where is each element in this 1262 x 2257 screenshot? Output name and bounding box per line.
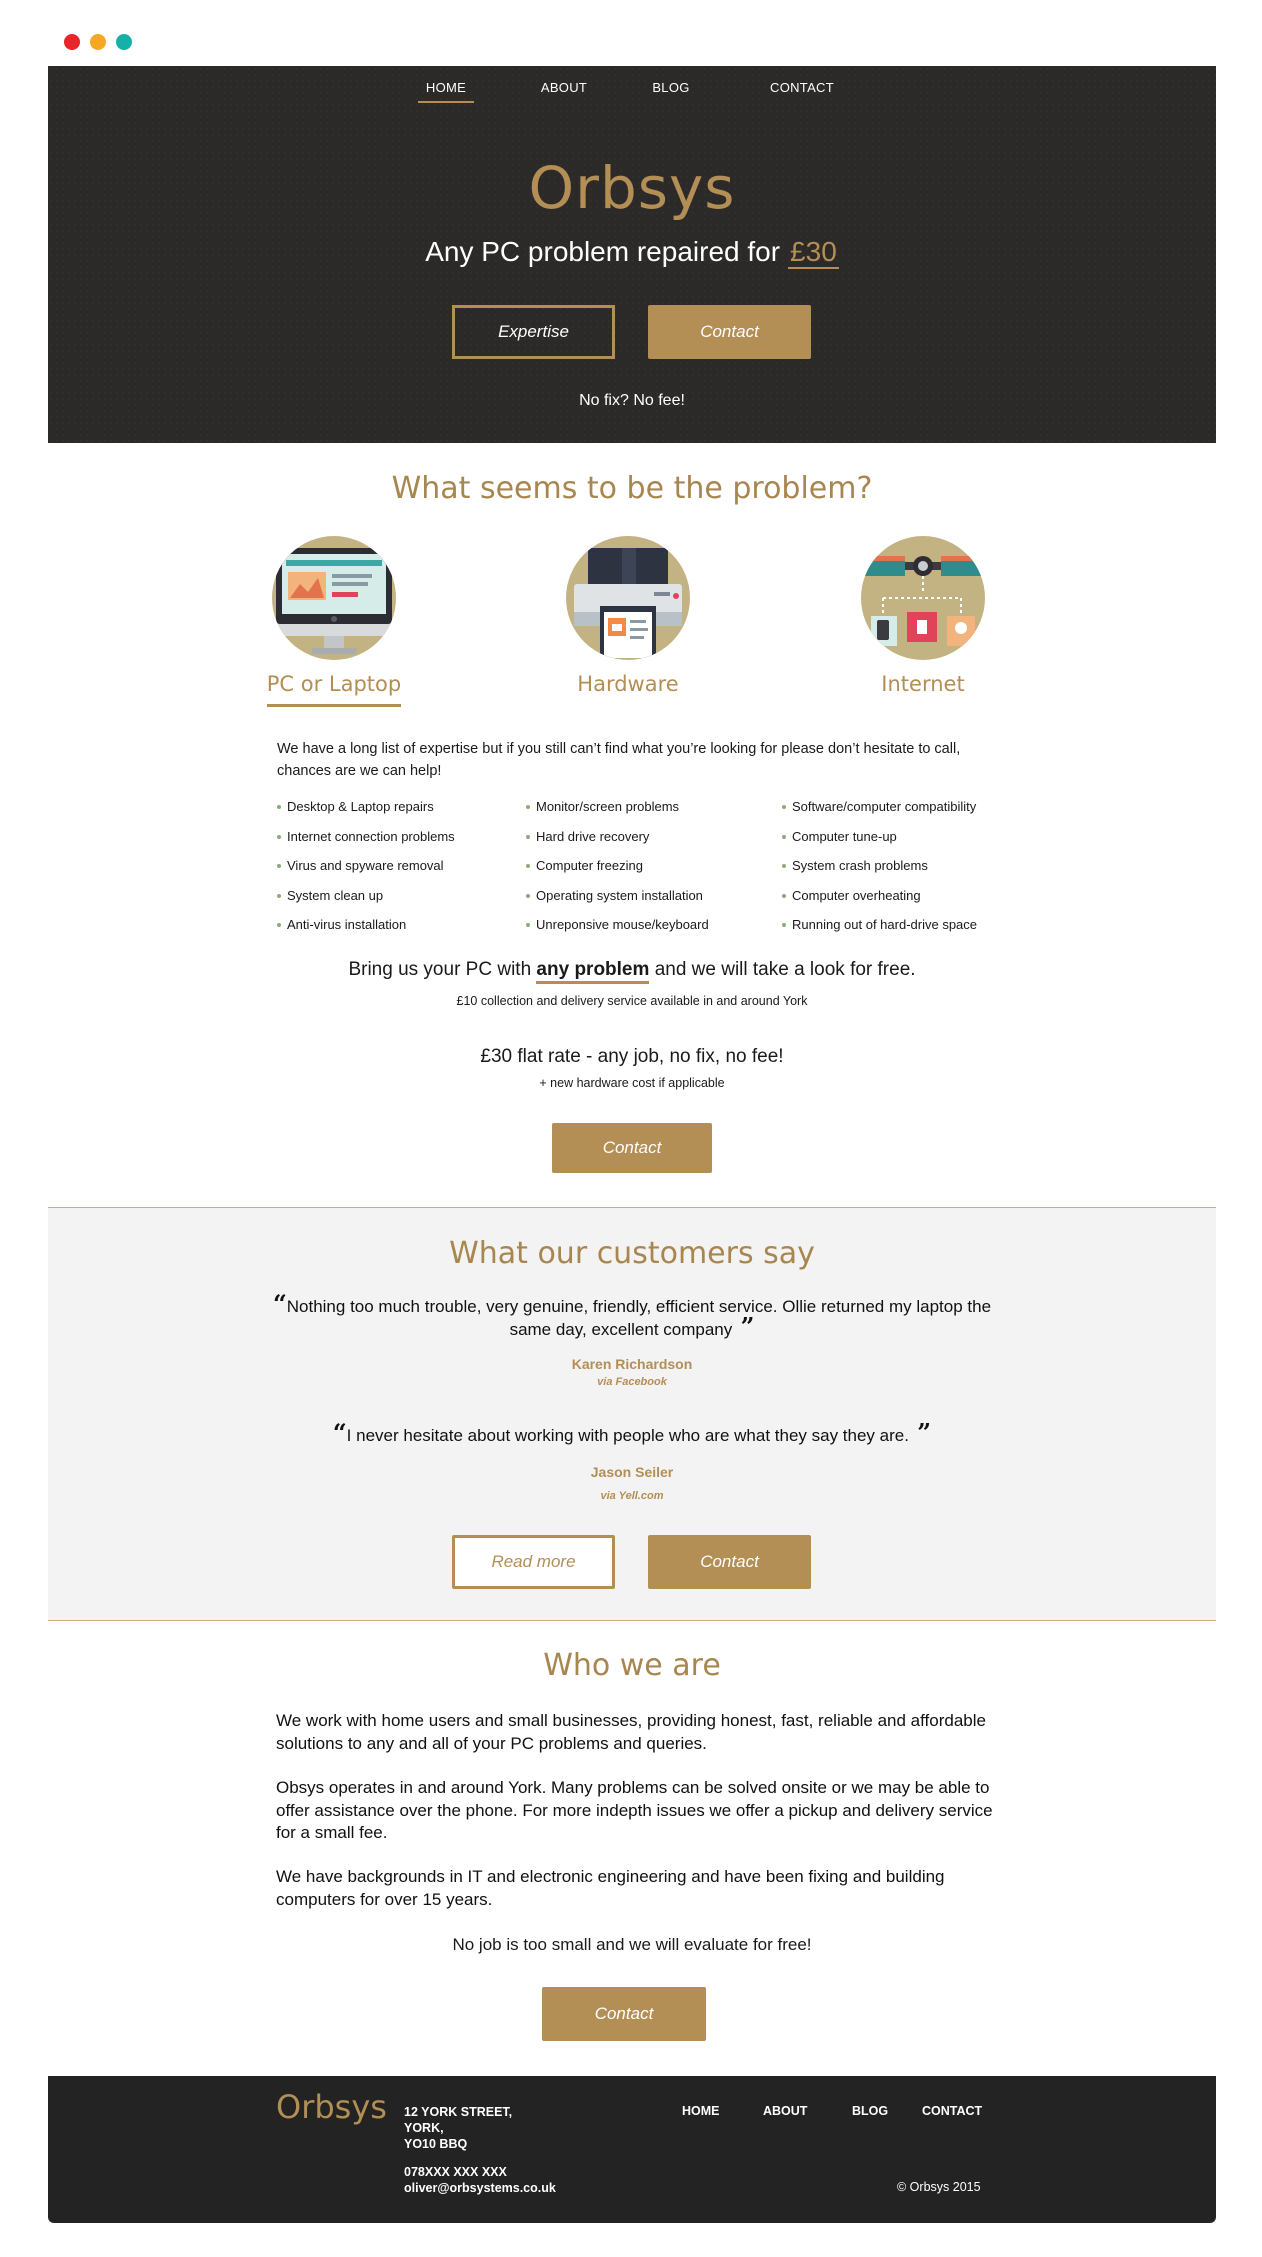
list-item: Computer freezing (526, 856, 766, 886)
footer-brand-logo: Orbsys (276, 2088, 387, 2126)
testimonial-author-1: Karen Richardson (571, 1356, 693, 1372)
category-internet[interactable]: Internet (833, 536, 1013, 704)
list-item: Computer tune-up (782, 827, 1022, 857)
footer-address: 12 YORK STREET, YORK, YO10 BBQ (404, 2105, 513, 2151)
testimonial-quote-2: “I never hesitate about working with peo… (332, 1418, 932, 1447)
problems-contact-button[interactable]: Contact (552, 1123, 712, 1173)
top-nav: HOME ABOUT BLOG CONTACT (48, 80, 1216, 110)
footer-email[interactable]: oliver@orbsystems.co.uk (404, 2180, 556, 2196)
category-internet-label[interactable]: Internet (881, 672, 964, 704)
no-fix-no-fee-note: No fix? No fee! (579, 392, 685, 409)
list-item: Unreponsive mouse/keyboard (526, 915, 766, 945)
hero-section: HOME ABOUT BLOG CONTACT Orbsys Any PC pr… (48, 66, 1216, 443)
satellite-network-icon (861, 536, 985, 660)
hardware-cost-note: + new hardware cost if applicable (539, 1076, 725, 1090)
testimonial-source-1: via Facebook (597, 1376, 667, 1388)
testimonials-title: What our customers say (449, 1236, 815, 1271)
category-pc-laptop[interactable]: PC or Laptop (244, 536, 424, 707)
list-item: Operating system installation (526, 886, 766, 916)
list-item: System clean up (277, 886, 517, 916)
list-item: Virus and spyware removal (277, 856, 517, 886)
about-closing-line: No job is too small and we will evaluate… (452, 1935, 812, 1954)
list-item: Computer overheating (782, 886, 1022, 916)
list-item: Anti-virus installation (277, 915, 517, 945)
footer: Orbsys 12 YORK STREET, YORK, YO10 BBQ 07… (48, 2076, 1216, 2223)
list-item: Monitor/screen problems (526, 797, 766, 827)
testimonial-quote-1: “Nothing too much trouble, very genuine,… (272, 1289, 992, 1341)
footer-nav-about[interactable]: ABOUT (763, 2104, 807, 2118)
collection-note: £10 collection and delivery service avai… (456, 994, 808, 1008)
flat-rate-line: £30 flat rate - any job, no fix, no fee! (480, 1046, 784, 1067)
about-title: Who we are (543, 1648, 721, 1683)
page-frame: HOME ABOUT BLOG CONTACT Orbsys Any PC pr… (48, 66, 1216, 2223)
any-problem-emphasis: any problem (536, 959, 650, 984)
about-contact-button[interactable]: Contact (542, 1987, 706, 2041)
expertise-list-1: Desktop & Laptop repairs Internet connec… (277, 797, 517, 945)
list-item: Hard drive recovery (526, 827, 766, 857)
footer-nav-blog[interactable]: BLOG (852, 2104, 888, 2118)
nav-contact-link[interactable]: CONTACT (764, 80, 840, 101)
about-paragraph-1: We work with home users and small busine… (276, 1711, 986, 1753)
category-hardware[interactable]: Hardware (538, 536, 718, 704)
read-more-button[interactable]: Read more (452, 1535, 615, 1589)
category-pc-laptop-label[interactable]: PC or Laptop (266, 672, 402, 707)
printer-icon (566, 536, 690, 660)
expertise-button[interactable]: Expertise (452, 305, 615, 359)
expertise-intro: We have a long list of expertise but if … (277, 741, 961, 779)
category-hardware-label[interactable]: Hardware (577, 672, 678, 704)
hero-brand-logo: Orbsys (528, 154, 736, 222)
expertise-list-3: Software/computer compatibility Computer… (782, 797, 1022, 945)
footer-nav-home[interactable]: HOME (682, 2104, 720, 2118)
maximize-window-dot[interactable] (116, 34, 132, 50)
footer-copyright: © Orbsys 2015 (897, 2180, 981, 2194)
list-item: System crash problems (782, 856, 1022, 886)
about-paragraph-2: Obsys operates in and around York. Many … (276, 1778, 993, 1842)
computer-monitor-icon (272, 536, 396, 660)
testimonial-source-2: via Yell.com (600, 1490, 664, 1502)
nav-blog-link[interactable]: BLOG (646, 80, 696, 101)
nav-home-link[interactable]: HOME (418, 80, 474, 103)
footer-phone: 078XXX XXX XXX (404, 2165, 507, 2179)
footer-contact: 078XXX XXX XXX oliver@orbsystems.co.uk (404, 2164, 556, 2196)
footer-nav-contact[interactable]: CONTACT (922, 2104, 982, 2118)
hero-tagline-text: Any PC problem repaired for (425, 236, 781, 267)
bring-your-pc-line: Bring us your PC with any problem and we… (48, 959, 1216, 984)
window-controls (64, 34, 132, 50)
close-window-dot[interactable] (64, 34, 80, 50)
problems-title: What seems to be the problem? (391, 471, 873, 506)
hero-price: £30 (788, 236, 839, 269)
list-item: Internet connection problems (277, 827, 517, 857)
nav-about-link[interactable]: ABOUT (536, 80, 592, 101)
list-item: Software/computer compatibility (782, 797, 1022, 827)
testimonial-author-2: Jason Seiler (590, 1464, 674, 1480)
list-item: Desktop & Laptop repairs (277, 797, 517, 827)
hero-contact-button[interactable]: Contact (648, 305, 811, 359)
about-paragraph-3: We have backgrounds in IT and electronic… (276, 1867, 945, 1909)
testimonials-contact-button[interactable]: Contact (648, 1535, 811, 1589)
hero-tagline: Any PC problem repaired for £30 (48, 236, 1216, 269)
minimize-window-dot[interactable] (90, 34, 106, 50)
list-item: Running out of hard-drive space (782, 915, 1022, 945)
expertise-list-2: Monitor/screen problems Hard drive recov… (526, 797, 766, 945)
testimonials-section: What our customers say “Nothing too much… (48, 1207, 1216, 1621)
